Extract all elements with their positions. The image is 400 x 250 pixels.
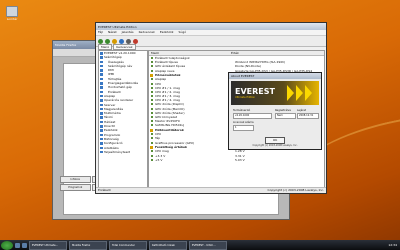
quicklaunch-icon[interactable] — [22, 242, 27, 248]
taskbar-button[interactable]: Mozilla Firefox — [69, 240, 107, 250]
menu-help[interactable]: Súgó — [179, 30, 187, 35]
everest-logo-sub: Ultimate Edition — [235, 96, 256, 99]
menu-file[interactable]: Fájl — [98, 30, 103, 35]
refresh-icon[interactable] — [119, 38, 124, 44]
forward-icon[interactable] — [105, 38, 110, 44]
menu-report[interactable]: Jelentés — [122, 30, 134, 35]
everest-statusbar: Érzékelő Copyright (c) 2003-2008 Lavalys… — [96, 187, 326, 193]
chevron-icon — [287, 85, 294, 101]
chevron-icon — [305, 85, 312, 101]
status-right: Copyright (c) 2003-2008 Lavalys, Inc. — [267, 188, 324, 192]
link-button[interactable]: Programok — [60, 184, 91, 191]
taskbar-button[interactable]: EVEREST - Ultim... — [189, 240, 227, 250]
bios-update-icon[interactable] — [133, 38, 138, 44]
everest-logo: EVEREST — [235, 87, 275, 96]
label-expire: Lejárat — [297, 109, 306, 112]
menu-tools[interactable]: Eszközök — [160, 30, 174, 35]
report-icon[interactable] — [126, 38, 131, 44]
everest-tree: EVEREST v4.20.1000 Számítógép Összegzés Szá… — [98, 50, 148, 190]
header-value[interactable]: Érték — [229, 51, 239, 55]
tree-item[interactable]: Teljesítményteszt — [99, 150, 147, 154]
field-license: 1 — [233, 125, 254, 131]
back-icon[interactable] — [98, 38, 103, 44]
about-banner: EVEREST Ultimate Edition — [231, 81, 319, 105]
label-license: Licencek száma — [233, 121, 254, 124]
link-button[interactable]: Infobox — [60, 176, 91, 183]
taskbar-button[interactable]: Total Commander — [109, 240, 147, 250]
taskbar: EVEREST Ultimate... Mozilla Firefox Tota… — [0, 240, 400, 250]
chevron-icon — [296, 85, 303, 101]
field-expire: 2008.12.31 — [297, 113, 319, 119]
header-field[interactable]: Mező — [149, 51, 229, 55]
detail-row[interactable]: +5 V 5.03 V — [149, 158, 324, 162]
everest-title[interactable]: EVEREST Ultimate Edition — [96, 23, 326, 30]
taskbar-button[interactable]: EVEREST Ultimate... — [29, 240, 67, 250]
menu-favorites[interactable]: Kedvencek — [139, 30, 155, 35]
quicklaunch-icon[interactable] — [15, 242, 20, 248]
status-left: Érzékelő — [98, 188, 111, 192]
about-copyright: Copyright (c) 2003-2008 Lavalys, Inc. — [252, 144, 298, 147]
desktop-icon-label: Lomtár — [6, 17, 18, 21]
about-dialog: About EVEREST EVEREST Ultimate Edition T… — [228, 72, 322, 150]
ok-button[interactable]: OK — [265, 137, 285, 144]
row-field: +5 V — [149, 158, 233, 162]
start-button[interactable] — [1, 240, 13, 250]
menu-view[interactable]: Nézet — [108, 30, 117, 35]
label-registered: Regisztrálva — [275, 109, 291, 112]
clock[interactable]: 12:34 — [388, 243, 397, 247]
field-registered: Nem — [275, 113, 296, 119]
recycle-bin-icon[interactable] — [6, 6, 18, 17]
label-product: Termékverzió — [233, 109, 251, 112]
field-product: v4.20.1000 — [233, 113, 272, 119]
up-icon[interactable] — [112, 38, 117, 44]
about-title[interactable]: About EVEREST — [229, 73, 321, 79]
row-value: 5.03 V — [235, 157, 245, 162]
taskbar-button[interactable]: Kattintható linkek — [149, 240, 187, 250]
